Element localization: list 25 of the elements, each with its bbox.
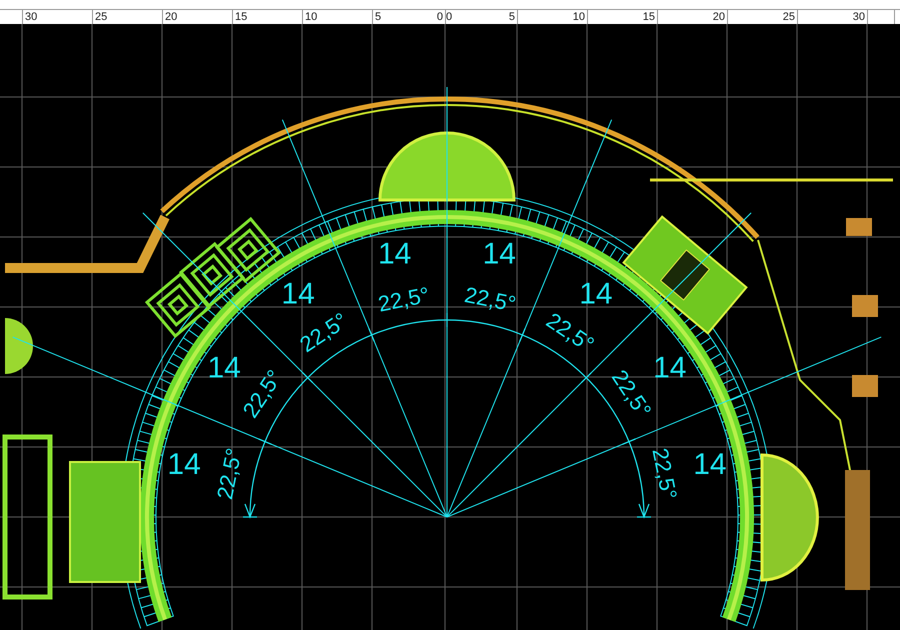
angle-label: 22,5° <box>212 446 247 502</box>
ruler-label: 30 <box>852 11 865 23</box>
angle-label: 22,5° <box>462 282 518 317</box>
ruler-label: 5 <box>375 11 382 23</box>
ruler-label: 0 <box>446 11 452 23</box>
ruler-label: 30 <box>25 11 38 23</box>
segment-count-label: 14 <box>281 278 315 311</box>
segment-count-label: 14 <box>653 352 686 385</box>
ruler-label: 25 <box>95 11 108 23</box>
segment-count-label: 14 <box>693 448 727 482</box>
ruler-label: 10 <box>572 11 585 23</box>
angle-label: 22,5° <box>376 282 432 317</box>
ruler-label: 25 <box>782 11 795 23</box>
ruler-label: 20 <box>712 11 725 23</box>
angle-label: 22,5° <box>647 446 682 502</box>
ruler-label: 5 <box>508 11 515 23</box>
ruler-label: 15 <box>235 11 248 23</box>
ruler-label: 15 <box>642 11 655 23</box>
segment-count-label: 14 <box>482 238 516 271</box>
segment-count-label: 14 <box>378 238 412 271</box>
ruler-label: 0 <box>436 11 443 23</box>
segment-count-label: 14 <box>208 352 241 385</box>
ruler-label: 10 <box>305 11 318 23</box>
segment-count-label: 14 <box>167 448 201 482</box>
ruler-label: 20 <box>165 11 178 23</box>
